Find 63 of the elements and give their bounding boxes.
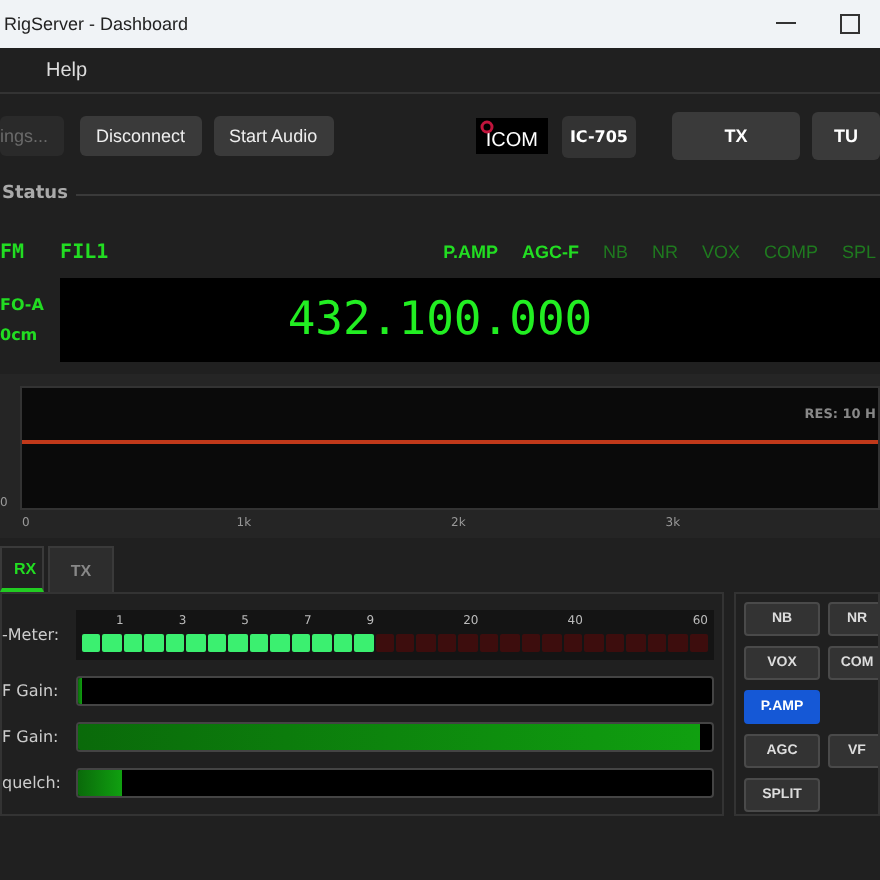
gain-slider[interactable] <box>76 722 714 752</box>
gain-slider[interactable] <box>76 768 714 798</box>
section-title: Status <box>0 184 68 204</box>
mode-label: FIL1 <box>60 241 109 263</box>
tab[interactable]: RX <box>0 546 44 592</box>
meter-segment <box>82 634 101 652</box>
model-badge: IC-705 <box>561 115 636 157</box>
status-indicator: SPL <box>841 242 876 262</box>
frequency-readout: 432.100.000 <box>287 294 593 346</box>
mode-label: FM <box>0 241 25 263</box>
meter-segment <box>144 634 164 652</box>
meter-segment <box>102 634 122 652</box>
meter-segment <box>270 634 290 652</box>
meter-segment <box>354 634 374 652</box>
band-label: 0cm <box>0 326 40 344</box>
meter-segment <box>689 634 708 652</box>
slider-label: F Gain: <box>2 682 61 700</box>
minimize-icon[interactable] <box>776 22 796 26</box>
meter-segment <box>123 634 143 652</box>
meter-segment <box>228 634 248 652</box>
vfo-label: FO-A <box>0 296 46 314</box>
meter-segment <box>563 634 583 652</box>
meter-segment <box>605 634 625 652</box>
status-indicator: NR <box>651 242 678 262</box>
status-indicator: VOX <box>701 242 740 262</box>
meter-segment <box>458 634 478 652</box>
toolbar-button[interactable]: Start Audio <box>213 116 334 156</box>
meter-segment <box>312 634 332 652</box>
toolbar-button[interactable]: Disconnect <box>80 116 202 156</box>
meter-segment <box>647 634 667 652</box>
meter-segment <box>626 634 646 652</box>
meter-segment <box>416 634 436 652</box>
meter-segment <box>668 634 688 652</box>
meter-segment <box>375 634 394 652</box>
status-indicator: NB <box>602 242 628 262</box>
meter-segment <box>165 634 185 652</box>
slider-label: F Gain: <box>2 728 61 746</box>
meter-segment <box>542 634 562 652</box>
status-indicator: AGC-F <box>521 242 579 262</box>
meter-segment <box>333 634 353 652</box>
meter-segment <box>500 634 520 652</box>
status-indicator: P.AMP <box>443 242 498 262</box>
logo-text: ICOM <box>485 130 538 154</box>
action-button[interactable]: TU <box>812 112 880 160</box>
gain-slider[interactable] <box>76 676 714 706</box>
action-button[interactable]: TX <box>672 112 800 160</box>
meter-segment <box>207 634 227 652</box>
status-indicator: COMP <box>763 242 818 262</box>
slider-label: quelch: <box>2 774 63 792</box>
meter-segment <box>521 634 541 652</box>
window-title: RigServer - Dashboard <box>4 14 191 34</box>
meter-segment <box>291 634 311 652</box>
ring-icon <box>479 120 494 134</box>
meter-segment <box>479 634 499 652</box>
menu-item[interactable]: Help <box>46 59 88 81</box>
meter-segment <box>584 634 604 652</box>
meter-segment <box>395 634 415 652</box>
meter-segment <box>437 634 457 652</box>
meter-label: -Meter: <box>2 626 62 644</box>
tab[interactable]: TX <box>48 546 114 592</box>
maximize-icon[interactable] <box>840 14 860 34</box>
meter-segment <box>249 634 269 652</box>
meter-segment <box>186 634 206 652</box>
